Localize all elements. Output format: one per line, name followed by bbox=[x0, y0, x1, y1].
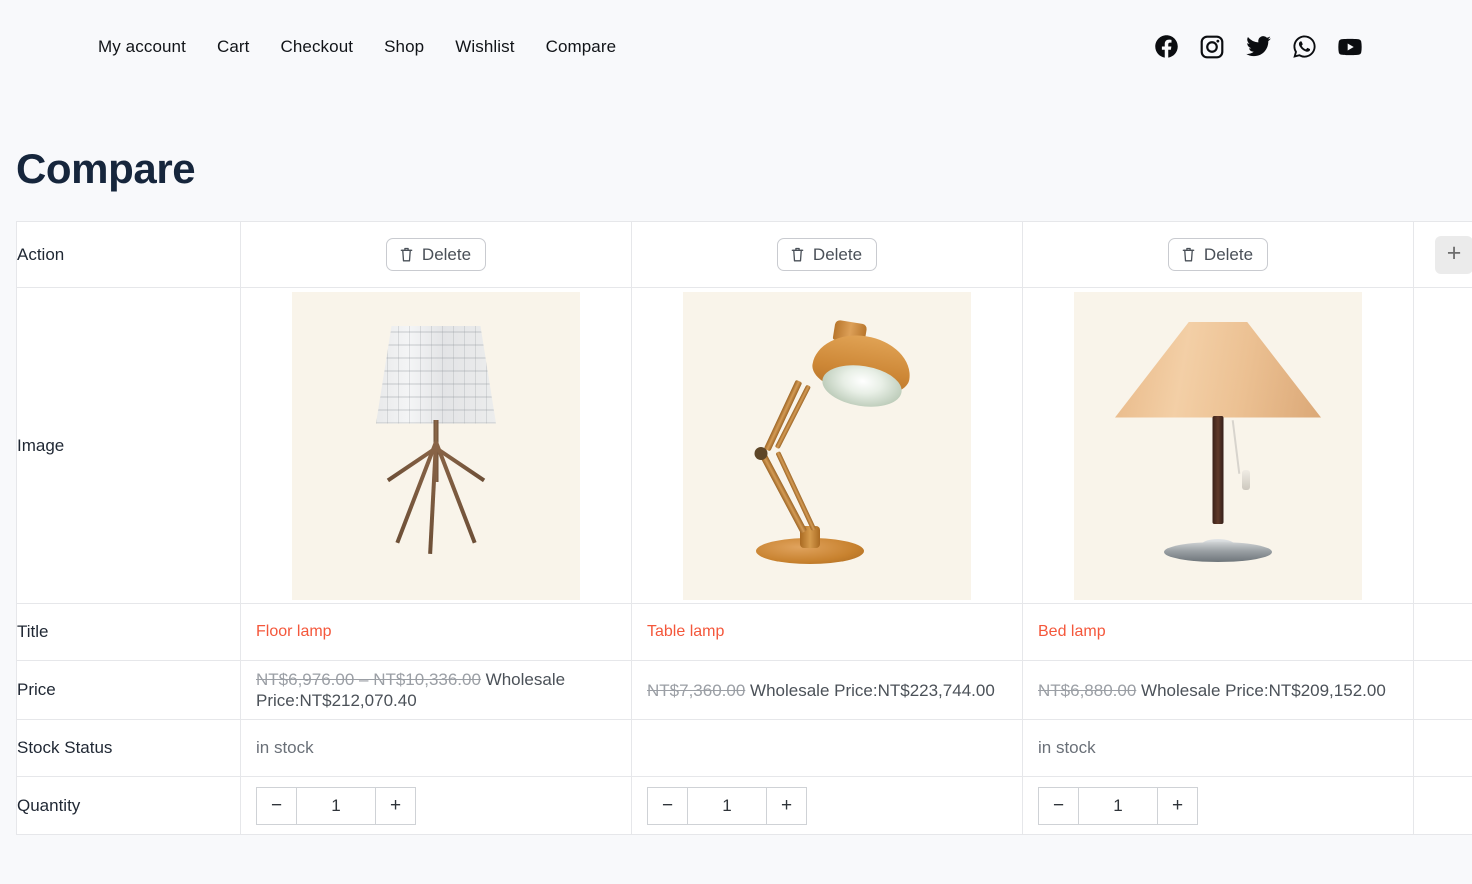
product-title-link-3[interactable]: Bed lamp bbox=[1023, 623, 1106, 640]
price-original-2: NT$7,360.00 bbox=[647, 680, 746, 700]
stock-cell-1: in stock bbox=[240, 719, 632, 777]
trash-icon bbox=[399, 246, 414, 263]
quantity-input-3[interactable] bbox=[1079, 787, 1157, 824]
nav-compare[interactable]: Compare bbox=[546, 37, 617, 57]
price-original-3: NT$6,880.00 bbox=[1038, 680, 1137, 700]
lamp-pull-knob bbox=[1242, 469, 1251, 490]
quantity-increase-2[interactable]: + bbox=[766, 787, 806, 824]
row-label-price: Price bbox=[16, 660, 241, 720]
title-cell-1: Floor lamp bbox=[240, 603, 632, 661]
delete-button-2[interactable]: Delete bbox=[776, 238, 878, 271]
product-title-link-2[interactable]: Table lamp bbox=[632, 623, 724, 640]
twitter-icon[interactable] bbox=[1244, 33, 1272, 61]
quantity-decrease-3[interactable]: − bbox=[1039, 787, 1079, 824]
price-wholesale-2: Wholesale Price:NT$223,744.00 bbox=[750, 680, 995, 700]
quantity-stepper-1: − + bbox=[256, 786, 416, 825]
delete-button-1[interactable]: Delete bbox=[385, 238, 487, 271]
row-label-image: Image bbox=[16, 287, 241, 604]
lamp-base bbox=[1164, 541, 1272, 562]
compare-table: Action Delete Delete Delete + Image Titl… bbox=[16, 221, 1472, 835]
quantity-cell-1: − + bbox=[240, 776, 632, 835]
image-cell-2 bbox=[631, 287, 1023, 604]
nav-wishlist[interactable]: Wishlist bbox=[455, 37, 514, 57]
action-cell-3: Delete bbox=[1022, 221, 1414, 288]
empty-cell-image-add bbox=[1413, 287, 1472, 604]
price-wholesale-3: Wholesale Price:NT$209,152.00 bbox=[1141, 680, 1386, 700]
quantity-decrease-2[interactable]: − bbox=[648, 787, 688, 824]
floor-lamp-image[interactable] bbox=[292, 291, 580, 600]
image-cell-3 bbox=[1022, 287, 1414, 604]
price-cell-2: NT$7,360.00 Wholesale Price:NT$223,744.0… bbox=[631, 660, 1023, 720]
lamp-stem bbox=[1212, 415, 1224, 524]
whatsapp-icon[interactable] bbox=[1290, 33, 1318, 61]
quantity-cell-2: − + bbox=[631, 776, 1023, 835]
quantity-stepper-2: − + bbox=[647, 786, 807, 825]
site-header: My account Cart Checkout Shop Wishlist C… bbox=[0, 0, 1472, 93]
quantity-increase-3[interactable]: + bbox=[1157, 787, 1197, 824]
empty-cell-title-add bbox=[1413, 603, 1472, 661]
youtube-icon[interactable] bbox=[1336, 33, 1364, 61]
action-cell-1: Delete bbox=[240, 221, 632, 288]
quantity-input-2[interactable] bbox=[688, 787, 766, 824]
table-row-quantity: Quantity − + − + bbox=[16, 776, 1472, 835]
lamp-joint bbox=[754, 446, 768, 460]
row-label-action: Action bbox=[16, 221, 241, 288]
image-cell-1 bbox=[240, 287, 632, 604]
facebook-icon[interactable] bbox=[1152, 33, 1180, 61]
price-original-1: NT$6,976.00 – NT$10,336.00 bbox=[256, 670, 481, 689]
row-label-stock: Stock Status bbox=[16, 719, 241, 777]
table-row-action: Action Delete Delete Delete + bbox=[16, 221, 1472, 288]
row-label-title: Title bbox=[16, 603, 241, 661]
nav-shop[interactable]: Shop bbox=[384, 37, 424, 57]
stock-status-3: in stock bbox=[1038, 738, 1096, 757]
title-cell-3: Bed lamp bbox=[1022, 603, 1414, 661]
lamp-shade bbox=[1115, 321, 1321, 418]
quantity-input-1[interactable] bbox=[297, 787, 375, 824]
quantity-increase-1[interactable]: + bbox=[375, 787, 415, 824]
quantity-stepper-3: − + bbox=[1038, 786, 1198, 825]
delete-button-label-3: Delete bbox=[1203, 245, 1254, 264]
main-navigation: My account Cart Checkout Shop Wishlist C… bbox=[98, 37, 616, 57]
table-row-image: Image bbox=[16, 287, 1472, 604]
delete-button-label-2: Delete bbox=[812, 245, 863, 264]
empty-cell-price-add bbox=[1413, 660, 1472, 720]
table-row-stock: Stock Status in stock in stock bbox=[16, 719, 1472, 777]
quantity-cell-3: − + bbox=[1022, 776, 1414, 835]
trash-icon bbox=[790, 246, 805, 263]
stock-cell-3: in stock bbox=[1022, 719, 1414, 777]
delete-button-3[interactable]: Delete bbox=[1167, 238, 1269, 271]
lamp-shade bbox=[376, 325, 496, 424]
row-label-quantity: Quantity bbox=[16, 776, 241, 835]
add-column-cell: + bbox=[1413, 221, 1472, 288]
trash-icon bbox=[1181, 246, 1196, 263]
nav-cart[interactable]: Cart bbox=[217, 37, 250, 57]
compare-table-wrapper: Action Delete Delete Delete + Image Titl… bbox=[0, 190, 1472, 835]
stock-status-1: in stock bbox=[256, 738, 314, 757]
empty-cell-qty-add bbox=[1413, 776, 1472, 835]
table-row-price: Price NT$6,976.00 – NT$10,336.00 Wholesa… bbox=[16, 660, 1472, 720]
price-cell-1: NT$6,976.00 – NT$10,336.00 Wholesale Pri… bbox=[240, 660, 632, 720]
nav-checkout[interactable]: Checkout bbox=[280, 37, 353, 57]
nav-my-account[interactable]: My account bbox=[98, 37, 186, 57]
price-cell-3: NT$6,880.00 Wholesale Price:NT$209,152.0… bbox=[1022, 660, 1414, 720]
lamp-leg bbox=[434, 440, 477, 544]
delete-button-label-1: Delete bbox=[421, 245, 472, 264]
quantity-decrease-1[interactable]: − bbox=[257, 787, 297, 824]
lamp-pull-cord bbox=[1231, 419, 1241, 474]
bed-lamp-image[interactable] bbox=[1074, 291, 1362, 600]
table-row-title: Title Floor lamp Table lamp Bed lamp bbox=[16, 603, 1472, 661]
stock-cell-2 bbox=[631, 719, 1023, 777]
empty-cell-stock-add bbox=[1413, 719, 1472, 777]
table-lamp-image[interactable] bbox=[683, 291, 971, 600]
instagram-icon[interactable] bbox=[1198, 33, 1226, 61]
action-cell-2: Delete bbox=[631, 221, 1023, 288]
page-title: Compare bbox=[16, 145, 196, 192]
add-product-button[interactable]: + bbox=[1435, 235, 1472, 274]
social-links bbox=[1152, 33, 1440, 61]
product-title-link-1[interactable]: Floor lamp bbox=[241, 623, 332, 640]
title-cell-2: Table lamp bbox=[631, 603, 1023, 661]
